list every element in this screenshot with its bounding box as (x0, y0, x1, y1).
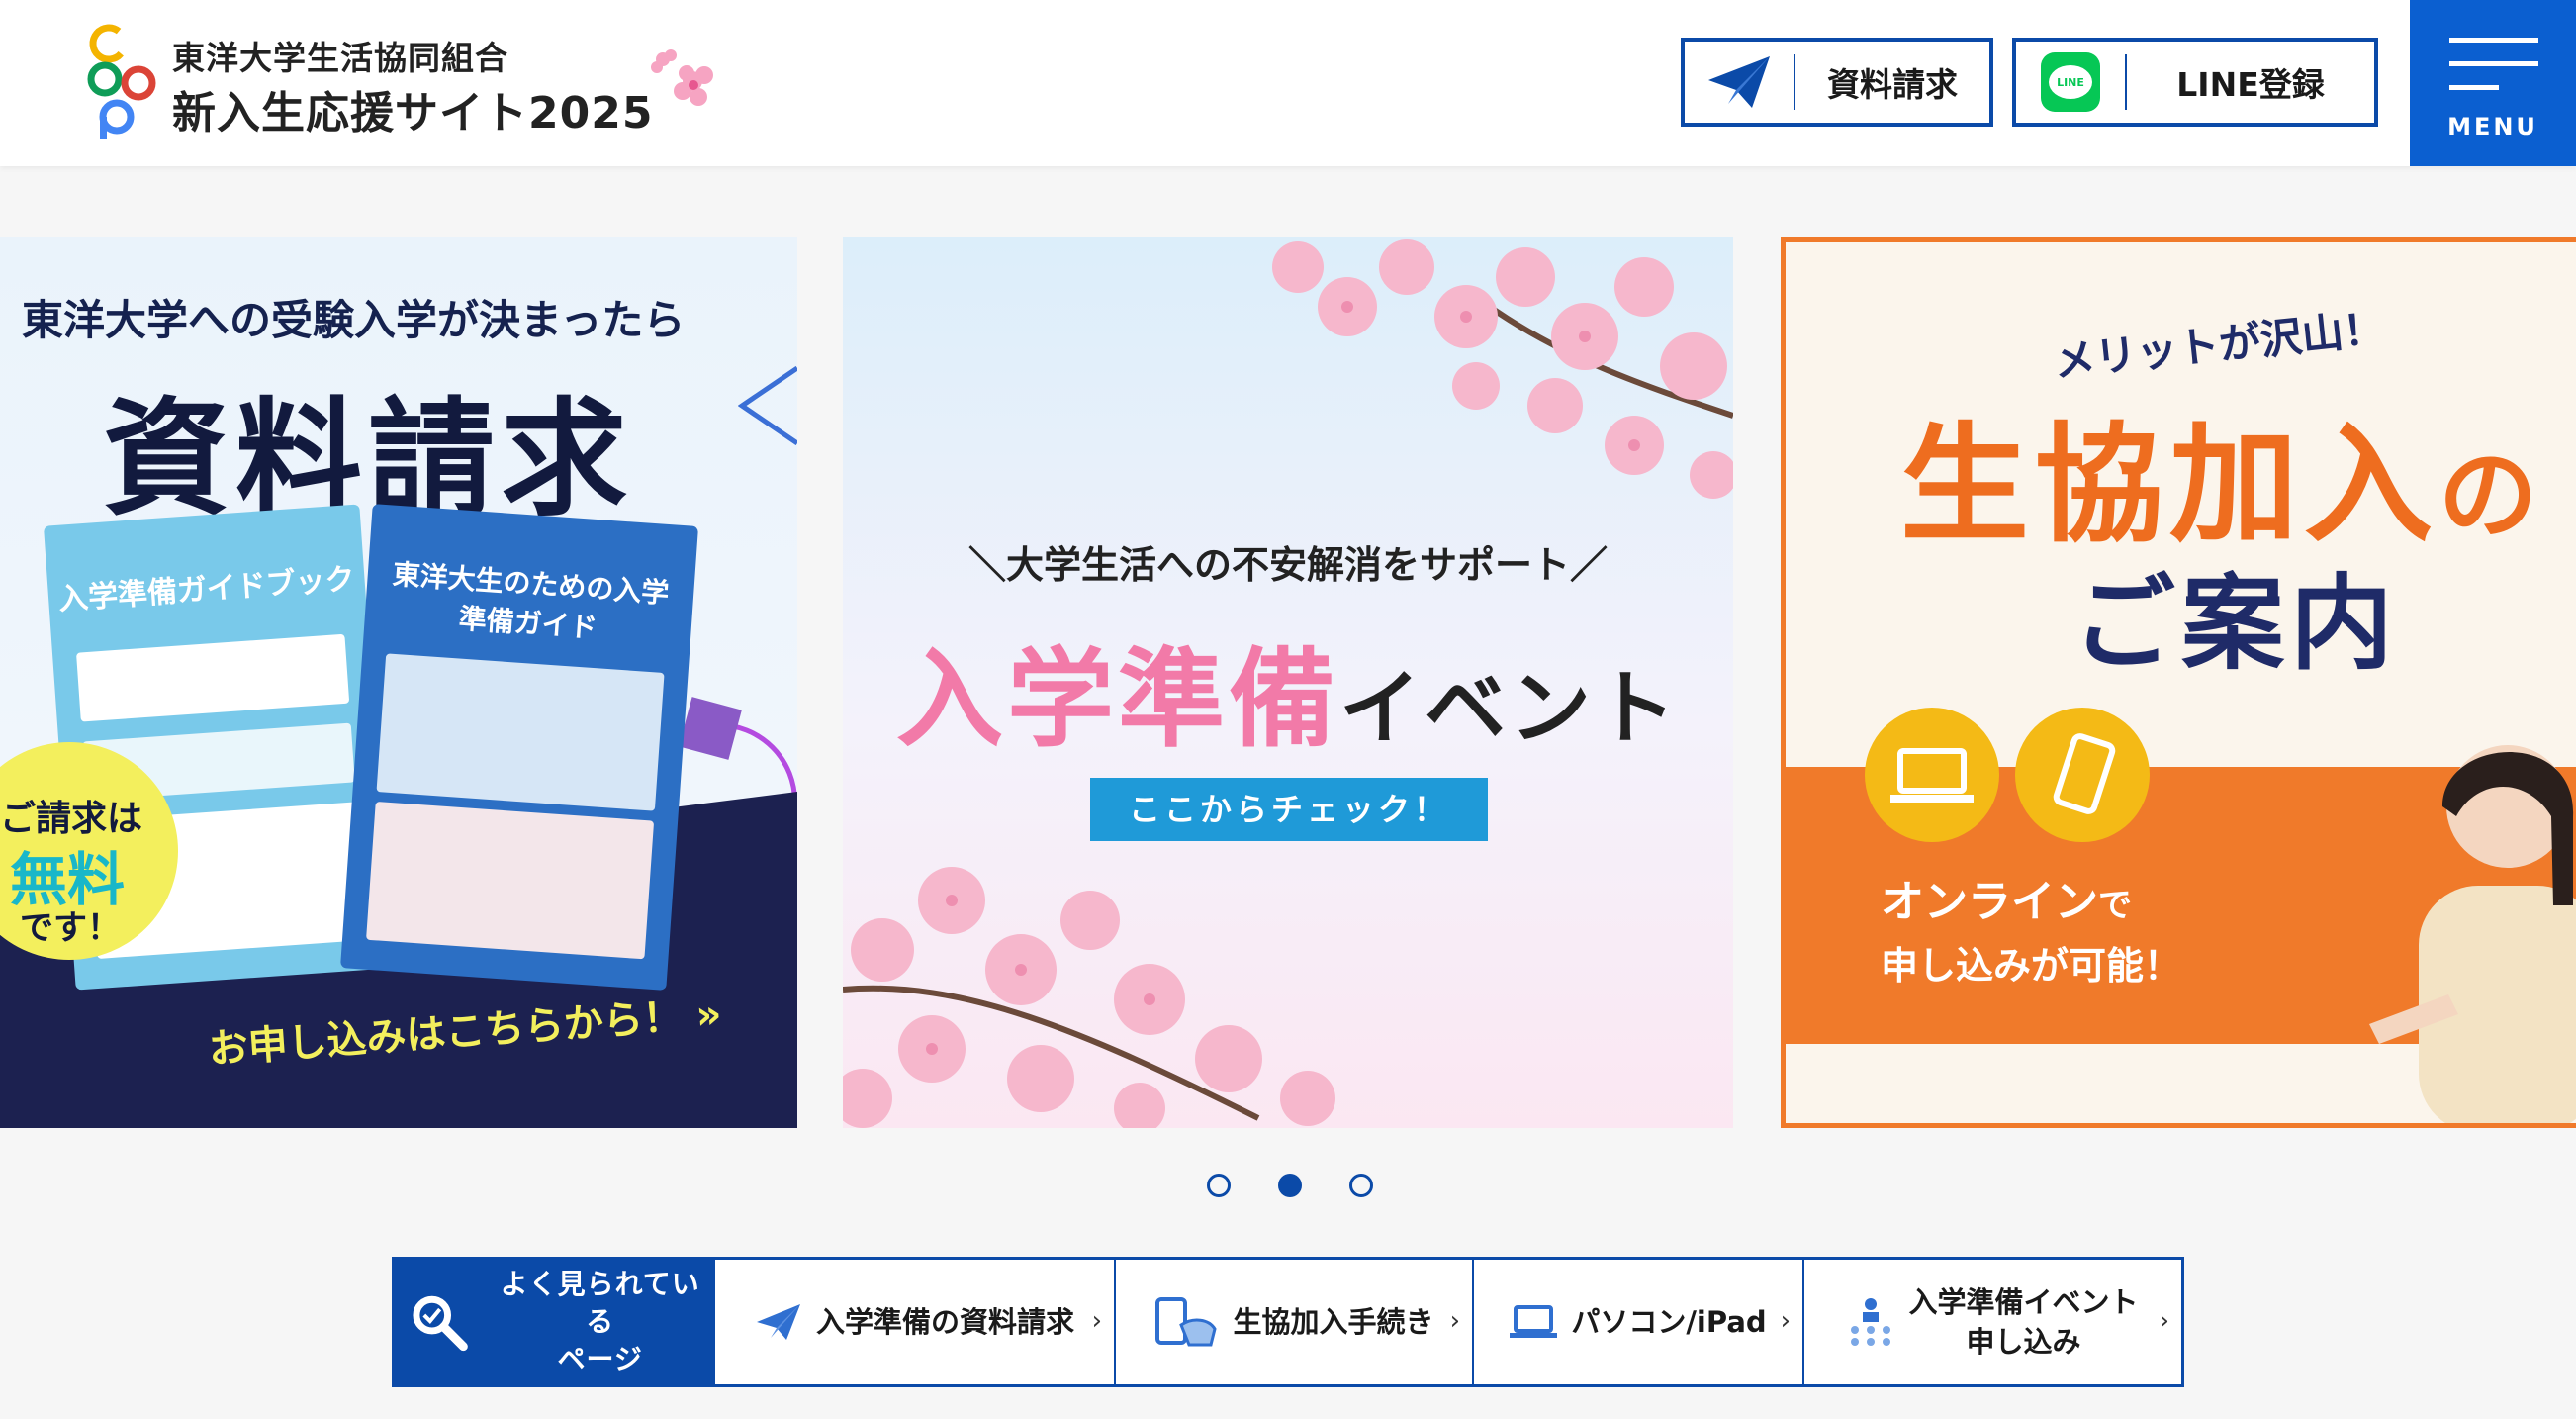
decor-triangle (738, 366, 797, 445)
menu-label: MENU (2447, 113, 2538, 141)
search-icon (413, 1295, 468, 1352)
slide3-line1: オンラインで (1881, 877, 2132, 927)
slide2-sub-text: ＼大学生活への不安解消をサポート／ (967, 543, 1608, 587)
org-name: 東洋大学生活協同組合 (172, 39, 508, 77)
slide1-top-text: 東洋大学への受験入学が決まったら (22, 296, 686, 344)
quicknav-pc-ipad[interactable]: パソコン/iPad › (1472, 1260, 1802, 1384)
line-register-label: LINE登録 (2176, 65, 2325, 104)
menu-button[interactable]: MENU (2410, 0, 2576, 166)
carousel-slide-membership[interactable]: メリットが沢山！ 生協加入の ご案内 オンラインで 申し込みが可能！ (1781, 237, 2576, 1128)
slide3-top-text: メリットが沢山！ (2051, 303, 2387, 387)
laptop-icon (1510, 1305, 1558, 1338)
paper-plane-icon (1685, 54, 1794, 110)
quicknav-materials-request[interactable]: 入学準備の資料請求 › (713, 1260, 1114, 1384)
brochure-preparation-guide: 東洋大生のための入学準備ガイド (340, 504, 698, 991)
cherry-blossom-branch-top (1272, 239, 1733, 499)
request-materials-button[interactable]: 資料請求 (1681, 38, 1993, 127)
check-event-button[interactable]: ここからチェック！ (1090, 778, 1488, 841)
cherry-blossom-branch-bottom (843, 867, 1335, 1128)
chevron-right-icon: › (2159, 1306, 2169, 1336)
request-materials-label: 資料請求 (1827, 65, 1958, 104)
site-header: 東洋大学生活協同組合 新入生応援サイト2025 資料請求 LINE LINE登録 (0, 0, 2576, 166)
quicknav-membership[interactable]: 生協加入手続き › (1114, 1260, 1472, 1384)
carousel-dot-1[interactable] (1207, 1174, 1231, 1197)
line-register-button[interactable]: LINE LINE登録 (2012, 38, 2378, 127)
carousel-dot-2[interactable] (1278, 1174, 1302, 1197)
sakura-icon (651, 49, 713, 106)
slide3-line2: 申し込みが可能！ (1881, 944, 2182, 988)
smartphone-tap-icon (1155, 1297, 1218, 1347)
coop-logo[interactable] (83, 22, 162, 139)
chevron-right-icon: › (1091, 1306, 1102, 1336)
paper-plane-icon (756, 1304, 800, 1340)
chevron-right-icon: › (1780, 1306, 1791, 1336)
hamburger-icon (2449, 38, 2538, 43)
chevron-right-icon: › (1449, 1306, 1460, 1336)
carousel-dots (1197, 1172, 1385, 1201)
student-photo (2369, 745, 2576, 1123)
seminar-icon (1851, 1298, 1891, 1346)
carousel-slide-event[interactable]: ＼大学生活への不安解消をサポート／ 入学準備イベント ここからチェック！ (843, 237, 1733, 1128)
slide2-main-text: 入学準備イベント (895, 638, 1681, 762)
carousel-slide-request[interactable]: 東洋大学への受験入学が決まったら 資料請求 入学準備ガイドブック 東洋大生のため… (0, 237, 797, 1128)
popular-pages-heading: よく見られている ページ (395, 1260, 713, 1384)
laptop-icon (1865, 708, 1999, 842)
site-title[interactable]: 新入生応援サイト2025 (172, 77, 653, 141)
line-icon: LINE (2016, 52, 2125, 112)
popular-pages-nav: よく見られている ページ 入学準備の資料請求 › 生協加入手続き › パソコン/… (392, 1257, 2184, 1387)
quicknav-event-apply[interactable]: 入学準備イベント 申し込み › (1802, 1260, 2181, 1384)
slide1-big-text: 資料請求 (103, 386, 634, 533)
slide3-mid-text: ご案内 (2072, 563, 2400, 684)
carousel-dot-3[interactable] (1349, 1174, 1373, 1197)
smartphone-icon (2015, 708, 2150, 842)
